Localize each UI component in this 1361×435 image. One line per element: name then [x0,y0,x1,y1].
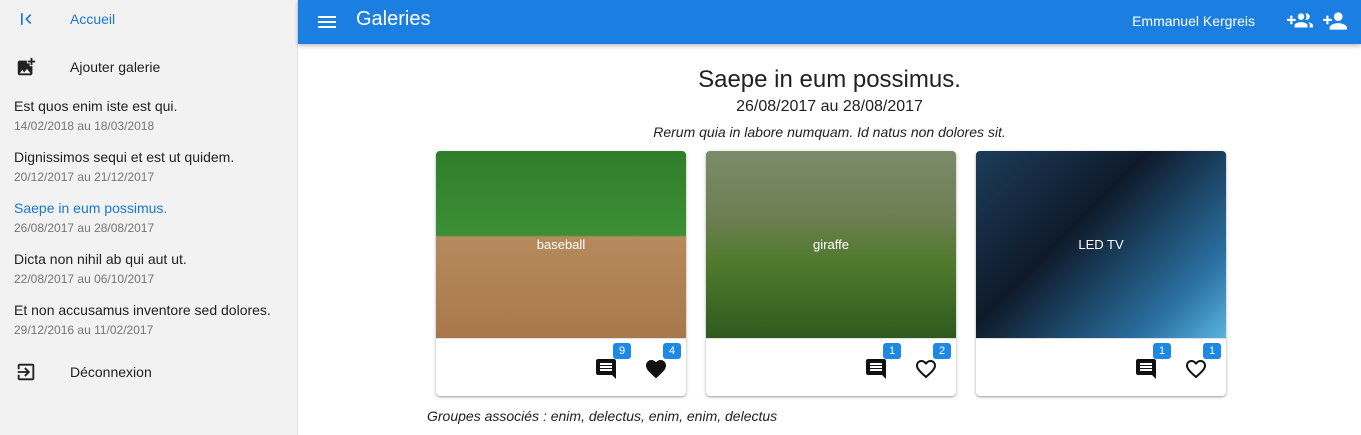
photo-image[interactable]: baseball [436,151,686,338]
photo-actions: 9 4 [436,338,686,396]
comment-button[interactable]: 1 [1134,343,1171,381]
gallery-item-title: Saepe in eum possimus. [14,200,168,216]
like-count-badge: 1 [1203,343,1221,359]
nav-add-gallery[interactable]: Ajouter galerie [0,53,298,81]
logout-icon [14,360,38,384]
gallery-list-item-active[interactable]: Saepe in eum possimus. 26/08/2017 au 28/… [14,200,294,236]
like-button[interactable]: 2 [914,343,951,381]
like-count-badge: 2 [933,343,951,359]
nav-logout[interactable]: Déconnexion [0,358,298,386]
nav-home-label: Accueil [70,11,116,27]
nav-logout-label: Déconnexion [70,364,152,380]
photo-placeholder-label: giraffe [813,237,849,252]
comment-icon [596,359,616,379]
app-bar: Galeries Emmanuel Kergreis [298,0,1361,44]
gallery-list-item[interactable]: Dignissimos sequi et est ut quidem. 20/1… [14,149,294,185]
comment-button[interactable]: 1 [864,343,901,381]
group-add-icon[interactable] [1287,8,1313,34]
comment-button[interactable]: 9 [594,343,631,381]
main-content: Saepe in eum possimus. 26/08/2017 au 28/… [298,44,1361,435]
gallery-list-item[interactable]: Est quos enim iste est qui. 14/02/2018 a… [14,98,294,134]
gallery-title: Saepe in eum possimus. [698,66,961,93]
collapse-sidebar-icon[interactable] [14,7,38,31]
like-button[interactable]: 4 [644,343,681,381]
gallery-item-dates: 29/12/2016 au 11/02/2017 [14,323,154,337]
gallery-item-dates: 22/08/2017 au 06/10/2017 [14,272,155,286]
heart-outline-icon [1186,360,1206,379]
gallery-item-title: Dignissimos sequi et est ut quidem. [14,149,235,165]
comment-icon [1136,359,1156,379]
gallery-dates: 26/08/2017 au 28/08/2017 [736,98,923,115]
sidebar: Accueil Ajouter galerie Est quos enim is… [0,0,298,435]
associated-groups: Groupes associés : enim, delectus, enim,… [427,408,778,424]
photo-placeholder-label: LED TV [1078,237,1124,252]
photo-placeholder-label: baseball [536,237,586,252]
comment-count-badge: 9 [613,343,631,359]
gallery-item-dates: 26/08/2017 au 28/08/2017 [14,221,155,235]
photo-image[interactable]: LED TV [976,151,1226,338]
gallery-list-item[interactable]: Dicta non nihil ab qui aut ut. 22/08/201… [14,251,294,287]
gallery-item-title: Et non accusamus inventore sed dolores. [14,302,271,318]
nav-add-gallery-label: Ajouter galerie [70,59,161,75]
menu-icon[interactable] [315,10,339,34]
app-title: Galeries [356,8,431,30]
nav-home[interactable]: Accueil [0,6,298,32]
comment-icon [866,359,886,379]
add-photo-icon [14,55,38,79]
heart-outline-icon [916,360,936,379]
gallery-item-dates: 14/02/2018 au 18/03/2018 [14,119,155,133]
photo-image[interactable]: giraffe [706,151,956,338]
gallery-item-title: Dicta non nihil ab qui aut ut. [14,251,187,267]
photo-card: giraffe 1 2 [706,151,956,396]
heart-filled-icon [646,360,666,379]
user-name[interactable]: Emmanuel Kergreis [1132,13,1255,29]
gallery-item-title: Est quos enim iste est qui. [14,98,178,114]
gallery-item-dates: 20/12/2017 au 21/12/2017 [14,170,155,184]
photo-actions: 1 1 [976,338,1226,396]
comment-count-badge: 1 [883,343,901,359]
gallery-description: Rerum quia in labore numquam. Id natus n… [653,124,1006,140]
photo-actions: 1 2 [706,338,956,396]
photo-card: baseball 9 4 [436,151,686,396]
gallery-list-item[interactable]: Et non accusamus inventore sed dolores. … [14,302,294,338]
like-button[interactable]: 1 [1184,343,1221,381]
comment-count-badge: 1 [1153,343,1171,359]
photo-card: LED TV 1 1 [976,151,1226,396]
person-add-icon[interactable] [1322,8,1348,34]
like-count-badge: 4 [663,343,681,359]
